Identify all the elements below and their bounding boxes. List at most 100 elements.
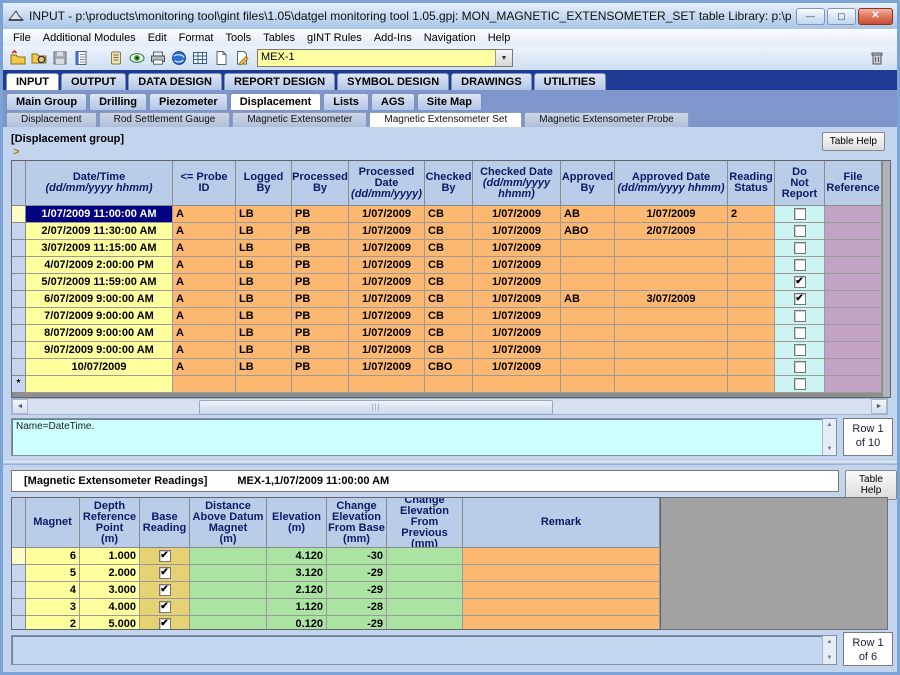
magnet-cell[interactable]: 6 [26, 548, 80, 565]
menu-format[interactable]: Format [173, 31, 220, 45]
subtab-displacement[interactable]: Displacement [6, 112, 97, 127]
checked_by-cell[interactable]: CB [425, 291, 473, 308]
processed_by-cell[interactable]: PB [292, 240, 349, 257]
checked_by-cell[interactable]: CB [425, 325, 473, 342]
change_from_previous-cell[interactable] [387, 582, 463, 599]
processed_date-cell[interactable]: 1/07/2009 [349, 291, 425, 308]
row-selector[interactable] [12, 582, 26, 599]
menu-navigation[interactable]: Navigation [418, 31, 482, 45]
chevron-down-icon[interactable]: ▼ [495, 50, 512, 66]
processed_date-cell[interactable]: 1/07/2009 [349, 274, 425, 291]
date-cell[interactable]: 5/07/2009 11:59:00 AM [26, 274, 173, 291]
approved_by-cell[interactable] [561, 359, 615, 376]
do_not_report-checkbox[interactable] [794, 344, 806, 356]
checked_date-cell[interactable]: 1/07/2009 [473, 206, 561, 223]
do_not_report-cell[interactable] [775, 308, 825, 325]
change_from_base-cell[interactable]: -28 [327, 599, 387, 616]
reading_status-cell[interactable] [728, 376, 775, 393]
file_reference-cell[interactable] [825, 325, 882, 342]
change_from_base-cell[interactable]: -29 [327, 582, 387, 599]
close-button[interactable]: ✕ [858, 8, 893, 25]
do_not_report-checkbox[interactable] [794, 208, 806, 220]
do_not_report-cell[interactable] [775, 342, 825, 359]
base_reading-cell[interactable] [140, 616, 190, 630]
tab-utilities[interactable]: UTILITIES [534, 73, 606, 90]
probe_id-cell[interactable] [173, 376, 236, 393]
file_reference-cell[interactable] [825, 342, 882, 359]
checked_by-cell[interactable]: CB [425, 308, 473, 325]
reading_status-cell[interactable] [728, 240, 775, 257]
processed_by-cell[interactable]: PB [292, 257, 349, 274]
table-help-button-top[interactable]: Table Help [822, 132, 885, 151]
date-cell[interactable]: 3/07/2009 11:15:00 AM [26, 240, 173, 257]
checked_by-cell[interactable]: CBO [425, 359, 473, 376]
checked_date-cell[interactable]: 1/07/2009 [473, 325, 561, 342]
toolbar-button-view-eye[interactable] [126, 48, 147, 68]
checked_by-cell[interactable]: CB [425, 223, 473, 240]
processed_date-cell[interactable]: 1/07/2009 [349, 223, 425, 240]
row-selector[interactable] [12, 359, 26, 376]
probe_id-cell[interactable]: A [173, 342, 236, 359]
subtab-magnetic-extensometer[interactable]: Magnetic Extensometer [232, 112, 367, 127]
reading_status-cell[interactable] [728, 308, 775, 325]
tab-lists[interactable]: Lists [323, 93, 369, 110]
probe_id-cell[interactable]: A [173, 257, 236, 274]
checked_date-cell[interactable] [473, 376, 561, 393]
do_not_report-cell[interactable] [775, 359, 825, 376]
do_not_report-checkbox[interactable] [794, 225, 806, 237]
checked_by-cell[interactable]: CB [425, 257, 473, 274]
expand-arrow-icon[interactable]: > [13, 146, 19, 158]
approved_date-cell[interactable] [615, 325, 728, 342]
reading_status-cell[interactable] [728, 274, 775, 291]
logged_by-cell[interactable]: LB [236, 223, 292, 240]
reading_status-cell[interactable] [728, 291, 775, 308]
magnet-cell[interactable]: 5 [26, 565, 80, 582]
tab-displacement[interactable]: Displacement [230, 93, 322, 110]
logged_by-cell[interactable]: LB [236, 359, 292, 376]
probe_id-cell[interactable]: A [173, 274, 236, 291]
approved_date-cell[interactable] [615, 359, 728, 376]
toolbar-button-save[interactable] [49, 48, 70, 68]
do_not_report-checkbox[interactable] [794, 327, 806, 339]
menu-file[interactable]: File [7, 31, 37, 45]
tab-ags[interactable]: AGS [371, 93, 415, 110]
reading_status-cell[interactable] [728, 342, 775, 359]
date-cell[interactable]: 1/07/2009 11:00:00 AM [26, 206, 173, 223]
logged_by-cell[interactable]: LB [236, 308, 292, 325]
do_not_report-checkbox[interactable] [794, 259, 806, 271]
base_reading-checkbox[interactable] [159, 550, 171, 562]
do_not_report-cell[interactable] [775, 325, 825, 342]
maximize-button[interactable]: ▢ [827, 8, 856, 25]
toolbar-button-google-earth[interactable] [168, 48, 189, 68]
tab-report-design[interactable]: REPORT DESIGN [224, 73, 335, 90]
row-selector[interactable] [12, 257, 26, 274]
do_not_report-checkbox[interactable] [794, 378, 806, 390]
remark-cell[interactable] [463, 599, 660, 616]
elevation-cell[interactable]: 0.120 [267, 616, 327, 630]
row-selector[interactable] [12, 223, 26, 240]
distance_above_datum-cell[interactable] [190, 599, 267, 616]
probe_id-cell[interactable]: A [173, 308, 236, 325]
tab-data-design[interactable]: DATA DESIGN [128, 73, 222, 90]
displacement-table-hscrollbar[interactable]: ◄ ||| ► [11, 398, 888, 415]
base_reading-cell[interactable] [140, 599, 190, 616]
processed_date-cell[interactable]: 1/07/2009 [349, 325, 425, 342]
checked_by-cell[interactable]: CB [425, 342, 473, 359]
base_reading-checkbox[interactable] [159, 584, 171, 596]
distance_above_datum-cell[interactable] [190, 616, 267, 630]
logged_by-cell[interactable]: LB [236, 206, 292, 223]
tab-symbol-design[interactable]: SYMBOL DESIGN [337, 73, 449, 90]
probe_id-cell[interactable]: A [173, 325, 236, 342]
processed_by-cell[interactable]: PB [292, 325, 349, 342]
row-selector[interactable] [12, 599, 26, 616]
do_not_report-cell[interactable] [775, 291, 825, 308]
logged_by-cell[interactable]: LB [236, 342, 292, 359]
reading_status-cell[interactable] [728, 223, 775, 240]
processed_date-cell[interactable]: 1/07/2009 [349, 308, 425, 325]
reading_status-cell[interactable] [728, 359, 775, 376]
remark-cell[interactable] [463, 582, 660, 599]
scroll-down-icon[interactable]: ▼ [823, 443, 836, 455]
approved_by-cell[interactable] [561, 274, 615, 291]
date-cell[interactable] [26, 376, 173, 393]
checked_date-cell[interactable]: 1/07/2009 [473, 359, 561, 376]
